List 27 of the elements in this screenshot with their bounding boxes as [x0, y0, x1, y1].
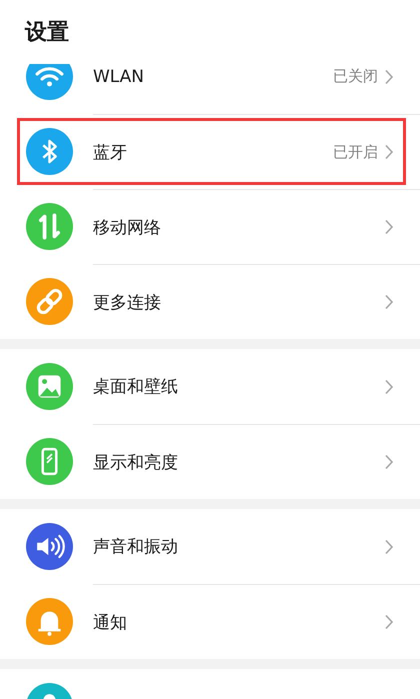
chevron-right-icon	[384, 378, 394, 394]
setting-label[interactable]: 蓝牙	[93, 140, 333, 164]
chevron-right-icon	[384, 294, 394, 310]
bell-icon[interactable]	[26, 598, 73, 645]
chevron-right-icon	[384, 68, 394, 84]
image-icon[interactable]	[26, 363, 73, 410]
setting-label[interactable]: 通知	[93, 610, 384, 634]
wifi-icon[interactable]	[26, 64, 73, 100]
setting-status: 已开启	[333, 142, 378, 162]
setting-label[interactable]: 更多连接	[93, 290, 384, 314]
setting-label[interactable]: 移动网络	[93, 216, 384, 238]
chevron-right-icon	[384, 454, 394, 470]
setting-label[interactable]: 桌面和壁纸	[93, 375, 384, 398]
page-title: 设置	[25, 19, 69, 47]
up-down-arrows-icon[interactable]	[26, 203, 73, 250]
chevron-right-icon	[384, 614, 394, 630]
bluetooth-icon[interactable]	[26, 128, 73, 175]
chevron-right-icon	[384, 219, 394, 235]
chevron-right-icon	[384, 538, 394, 554]
chevron-right-icon	[384, 144, 394, 160]
phone-screen-icon[interactable]	[26, 438, 73, 485]
setting-label[interactable]: WLAN	[93, 66, 333, 86]
speaker-icon[interactable]	[26, 523, 73, 570]
link-icon[interactable]	[26, 278, 73, 325]
setting-status: 已关闭	[333, 67, 378, 86]
setting-label[interactable]: 声音和振动	[93, 535, 384, 558]
setting-label[interactable]: 显示和亮度	[93, 450, 384, 474]
